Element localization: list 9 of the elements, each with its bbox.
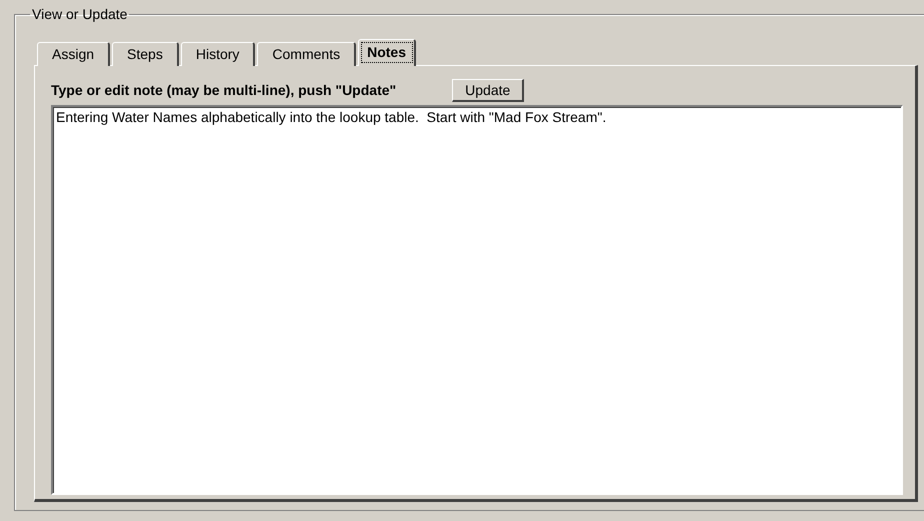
instruction-text: Type or edit note (may be multi-line), push "Update" [51,82,396,98]
tab[interactable]: Assign [37,42,110,66]
update-button[interactable]: Update [452,78,524,102]
tab[interactable]: Steps [112,42,179,66]
note-field[interactable]: Entering Water Names alphabetically into the lookup table. Start with "Mad Fox Stream". [51,105,903,495]
tab[interactable]: History [180,42,256,66]
tab[interactable]: Comments [257,42,356,66]
group-title: View or Update [31,6,128,22]
tab[interactable]: Notes [358,39,416,66]
